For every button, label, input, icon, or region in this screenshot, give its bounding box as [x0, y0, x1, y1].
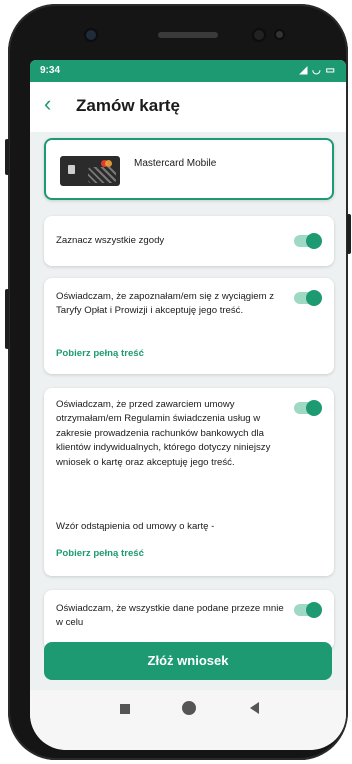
- consent-toggle-tariff[interactable]: [294, 290, 322, 306]
- android-nav-bar: [30, 690, 346, 750]
- toggle-knob: [306, 290, 322, 306]
- submit-application-button[interactable]: Złóż wniosek: [44, 642, 332, 680]
- consent-item-all: Zaznacz wszystkie zgody: [44, 216, 334, 266]
- status-bar: 9:34 ◢ ◡ ▭: [30, 60, 346, 82]
- download-full-text-link[interactable]: Pobierz pełną treść: [56, 348, 144, 359]
- phone-side-button: [5, 289, 9, 349]
- phone-side-button: [5, 139, 9, 175]
- speaker-grille: [158, 32, 218, 38]
- app-header: ‹ Zamów kartę: [30, 82, 346, 132]
- status-icons: ◢ ◡ ▭: [299, 65, 336, 76]
- status-time: 9:34: [40, 65, 61, 76]
- sensor-icon: [276, 31, 283, 38]
- back-arrow-icon[interactable]: ‹: [44, 93, 66, 116]
- consent-item-tariff: Oświadczam, że zapoznałam/em się z wycią…: [44, 278, 334, 374]
- consent-text: Oświadczam, że wszystkie dane podane prz…: [56, 603, 284, 629]
- card-chip-icon: [68, 165, 75, 174]
- consent-text: Oświadczam, że zapoznałam/em się z wycią…: [56, 291, 275, 317]
- sensor-icon: [254, 30, 264, 40]
- consent-item-data: Oświadczam, że wszystkie dane podane prz…: [44, 590, 334, 650]
- phone-top-bezel: [8, 4, 348, 56]
- card-image: [60, 156, 120, 186]
- consent-toggle-regulations[interactable]: [294, 400, 322, 416]
- mastercard-logo-icon: [105, 160, 112, 167]
- phone-side-button: [347, 214, 351, 254]
- consent-item-regulations: Oświadczam, że przed zawarciem umowy otr…: [44, 388, 334, 576]
- app-screen: 9:34 ◢ ◡ ▭ ‹ Zamów kartę Mastercard Mobi…: [30, 60, 346, 750]
- consent-text: Zaznacz wszystkie zgody: [56, 235, 165, 246]
- page-title: Zamów kartę: [76, 96, 180, 115]
- download-full-text-link[interactable]: Pobierz pełną treść: [56, 548, 144, 559]
- toggle-knob: [306, 233, 322, 249]
- card-option-mastercard-mobile[interactable]: Mastercard Mobile: [44, 138, 334, 200]
- phone-frame: 9:34 ◢ ◡ ▭ ‹ Zamów kartę Mastercard Mobi…: [5, 4, 351, 760]
- consent-toggle-data[interactable]: [294, 602, 322, 618]
- home-icon[interactable]: [182, 701, 196, 715]
- consent-toggle-all[interactable]: [294, 233, 322, 249]
- back-nav-icon[interactable]: [250, 702, 259, 714]
- toggle-knob: [306, 400, 322, 416]
- recent-apps-icon[interactable]: [120, 704, 130, 714]
- card-option-label: Mastercard Mobile: [134, 158, 217, 169]
- card-pattern-icon: [88, 167, 116, 183]
- toggle-knob: [306, 602, 322, 618]
- withdrawal-form-text: Wzór odstąpienia od umowy o kartę -: [56, 521, 215, 532]
- front-camera-icon: [86, 30, 96, 40]
- consent-text: Oświadczam, że przed zawarciem umowy otr…: [56, 399, 271, 468]
